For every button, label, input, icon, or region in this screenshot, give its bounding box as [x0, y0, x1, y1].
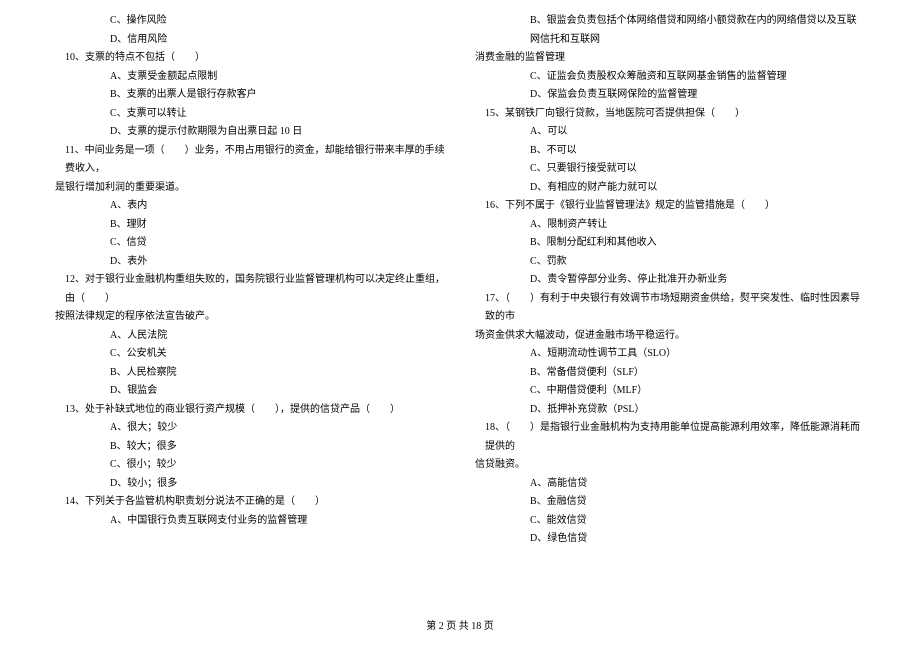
q16-text: 16、下列不属于《银行业监督管理法》规定的监管措施是（ ）	[475, 197, 865, 216]
q14-text: 14、下列关于各监管机构职责划分说法不正确的是（ ）	[55, 493, 445, 512]
q13-option-c: C、很小；较少	[55, 456, 445, 475]
q13-option-b: B、较大；很多	[55, 438, 445, 457]
q12-option-c: B、人民检察院	[55, 364, 445, 383]
q18-option-b: B、金融信贷	[475, 493, 865, 512]
q12-option-a: A、人民法院	[55, 327, 445, 346]
q18-text-line1: 18、（ ）是指银行业金融机构为支持用能单位提高能源利用效率，降低能源消耗而提供…	[475, 419, 865, 456]
q9-option-c: C、操作风险	[55, 12, 445, 31]
q13-text: 13、处于补缺式地位的商业银行资产规模（ ），提供的信贷产品（ ）	[55, 401, 445, 420]
q18-option-c: C、能效信贷	[475, 512, 865, 531]
q10-option-d: D、支票的提示付款期限为自出票日起 10 日	[55, 123, 445, 142]
q14-option-a: A、中国银行负责互联网支付业务的监督管理	[55, 512, 445, 531]
q13-option-a: A、很大；较少	[55, 419, 445, 438]
q15-option-c: C、只要银行接受就可以	[475, 160, 865, 179]
right-column: B、银监会负责包括个体网络借贷和网络小额贷款在内的网络借贷以及互联网信托和互联网…	[475, 12, 865, 549]
q10-text: 10、支票的特点不包括（ ）	[55, 49, 445, 68]
q12-text-line2: 按照法律规定的程序依法宣告破产。	[55, 308, 445, 327]
q14-option-b-line1: B、银监会负责包括个体网络借贷和网络小额贷款在内的网络借贷以及互联网信托和互联网	[475, 12, 865, 49]
left-column: C、操作风险 D、信用风险 10、支票的特点不包括（ ） A、支票受金额起点限制…	[55, 12, 445, 549]
q15-option-b: B、不可以	[475, 142, 865, 161]
q15-option-d: D、有相应的财产能力就可以	[475, 179, 865, 198]
q12-option-b: C、公安机关	[55, 345, 445, 364]
q13-option-d: D、较小；很多	[55, 475, 445, 494]
q9-option-d: D、信用风险	[55, 31, 445, 50]
q16-option-c: C、罚款	[475, 253, 865, 272]
q10-option-c: C、支票可以转让	[55, 105, 445, 124]
content-columns: C、操作风险 D、信用风险 10、支票的特点不包括（ ） A、支票受金额起点限制…	[55, 12, 865, 549]
q12-text-line1: 12、对于银行业金融机构重组失败的，国务院银行业监督管理机构可以决定终止重组，由…	[55, 271, 445, 308]
q11-option-d: D、表外	[55, 253, 445, 272]
q14-option-c: C、证监会负责股权众筹融资和互联网基金销售的监督管理	[475, 68, 865, 87]
q17-option-a: A、短期流动性调节工具（SLO）	[475, 345, 865, 364]
q18-option-a: A、高能信贷	[475, 475, 865, 494]
q11-option-c: C、信贷	[55, 234, 445, 253]
page-footer: 第 2 页 共 18 页	[0, 617, 920, 632]
q18-option-d: D、绿色信贷	[475, 530, 865, 549]
q11-option-b: B、理财	[55, 216, 445, 235]
q17-option-c: C、中期借贷便利（MLF）	[475, 382, 865, 401]
q10-option-b: B、支票的出票人是银行存款客户	[55, 86, 445, 105]
q17-text-line2: 场资金供求大幅波动，促进金融市场平稳运行。	[475, 327, 865, 346]
q10-option-a: A、支票受金额起点限制	[55, 68, 445, 87]
q16-option-d: D、责令暂停部分业务、停止批准开办新业务	[475, 271, 865, 290]
q17-option-d: D、抵押补充贷款（PSL）	[475, 401, 865, 420]
q17-option-b: B、常备借贷便利（SLF）	[475, 364, 865, 383]
q16-option-b: B、限制分配红利和其他收入	[475, 234, 865, 253]
q18-text-line2: 信贷融资。	[475, 456, 865, 475]
q16-option-a: A、限制资产转让	[475, 216, 865, 235]
q15-text: 15、某钢铁厂向银行贷款，当地医院可否提供担保（ ）	[475, 105, 865, 124]
q11-text-line1: 11、中间业务是一项（ ）业务，不用占用银行的资金，却能给银行带来丰厚的手续费收…	[55, 142, 445, 179]
q17-text-line1: 17、（ ）有利于中央银行有效调节市场短期资金供给，熨平突发性、临时性因素导致的…	[475, 290, 865, 327]
q14-option-b-line2: 消费金融的监督管理	[475, 49, 865, 68]
q15-option-a: A、可以	[475, 123, 865, 142]
q12-option-d: D、银监会	[55, 382, 445, 401]
q11-text-line2: 是银行增加利润的重要渠道。	[55, 179, 445, 198]
q14-option-d: D、保监会负责互联网保险的监督管理	[475, 86, 865, 105]
q11-option-a: A、表内	[55, 197, 445, 216]
